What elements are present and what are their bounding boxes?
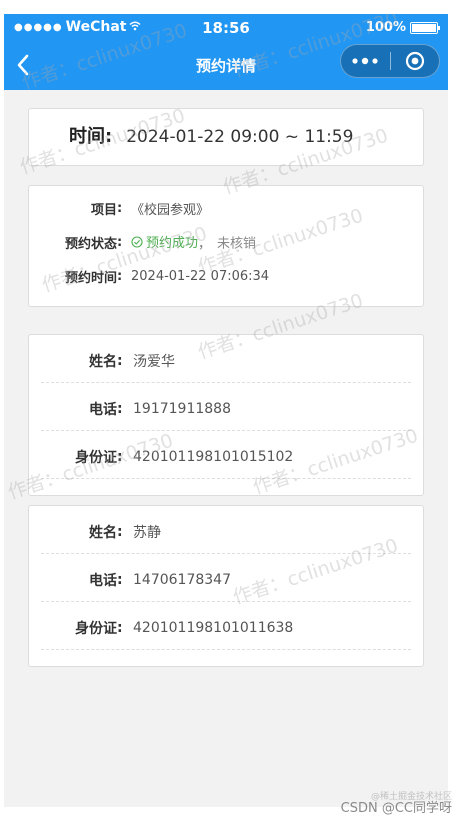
target-close-icon — [405, 51, 424, 71]
status-label: 预约状态 — [64, 236, 117, 252]
check-circle-icon — [131, 236, 143, 248]
battery-percent: 100% — [365, 20, 406, 35]
time-value: 2024-01-22 09:00 ~ 11:59 — [126, 127, 354, 147]
name-colon: : — [117, 352, 123, 369]
phone-colon: : — [117, 400, 123, 417]
name-label: 姓名 — [89, 353, 117, 370]
id-label: 身份证 — [75, 449, 117, 466]
status-row: 预约状态 : 预约成功 ， 未核销 — [29, 232, 423, 252]
visitor-id: 420101198101015102 — [133, 448, 294, 465]
phone-screen: ●●●●● WeChat 18:56 100% 预约详情 时间: 2024-0… — [4, 14, 448, 807]
phone-label: 电话 — [89, 572, 117, 589]
visitor-id-row: 身份证 : 420101198101011638 — [41, 606, 411, 650]
mini-program-capsule — [340, 44, 440, 78]
close-mini-program-button[interactable] — [391, 51, 440, 71]
project-colon: : — [117, 200, 123, 216]
reserve-time-row: 预约时间 : 2024-01-22 07:06:34 — [29, 266, 423, 286]
time-card: 时间 : 2024-01-22 09:00 ~ 11:59 — [28, 108, 424, 166]
name-label: 姓名 — [89, 524, 117, 541]
visitor-name: 汤爱华 — [133, 353, 175, 370]
battery-icon — [410, 21, 440, 34]
id-colon: : — [117, 448, 123, 465]
status-right: 100% — [365, 20, 440, 35]
status-badge: 预约成功 — [131, 232, 198, 251]
visitor-phone: 14706178347 — [133, 571, 231, 588]
reservation-info-card: 项目 : 《校园参观》 预约状态 : 预约成功 ， 未核销 预约时间 : 2024… — [28, 185, 424, 307]
project-row: 项目 : 《校园参观》 — [29, 198, 423, 218]
status-colon: : — [117, 234, 123, 250]
visitor-name-row: 姓名 : 苏静 — [41, 510, 411, 554]
name-colon: : — [117, 523, 123, 540]
visitor-id: 420101198101011638 — [133, 619, 294, 636]
status-bar: ●●●●● WeChat 18:56 100% — [4, 14, 448, 40]
status-comma: ， — [198, 236, 212, 252]
visitor-phone: 19171911888 — [133, 400, 231, 417]
visitor-name: 苏静 — [133, 524, 161, 541]
project-label: 项目 — [90, 202, 117, 218]
time-label: 时间 — [69, 126, 105, 147]
more-dots-icon — [352, 57, 378, 65]
verify-status-text: 未核销 — [217, 236, 257, 252]
status-success-text: 预约成功 — [146, 236, 199, 252]
csdn-credit: CSDN @CC同学呀 — [340, 801, 452, 816]
reserve-time-colon: : — [117, 268, 123, 284]
id-label: 身份证 — [75, 620, 117, 637]
reserve-time-value: 2024-01-22 07:06:34 — [131, 268, 270, 284]
time-colon: : — [105, 126, 113, 147]
nav-bar: 预约详情 — [4, 40, 448, 90]
visitor-name-row: 姓名 : 汤爱华 — [41, 339, 411, 383]
phone-colon: : — [117, 571, 123, 588]
id-colon: : — [117, 619, 123, 636]
more-menu-button[interactable] — [341, 57, 390, 65]
visitor-phone-row: 电话 : 14706178347 — [41, 558, 411, 602]
status-value: 预约成功 ， 未核销 — [131, 232, 256, 252]
visitor-phone-row: 电话 : 19171911888 — [41, 387, 411, 431]
phone-label: 电话 — [89, 401, 117, 418]
visitor-card: 姓名 : 汤爱华 电话 : 19171911888 身份证 : 42010119… — [28, 334, 424, 496]
time-row: 时间 : 2024-01-22 09:00 ~ 11:59 — [69, 122, 353, 148]
project-value: 《校园参观》 — [131, 202, 210, 218]
visitor-id-row: 身份证 : 420101198101015102 — [41, 435, 411, 479]
reserve-time-label: 预约时间 — [64, 270, 117, 286]
visitor-card: 姓名 : 苏静 电话 : 14706178347 身份证 : 420101198… — [28, 505, 424, 667]
